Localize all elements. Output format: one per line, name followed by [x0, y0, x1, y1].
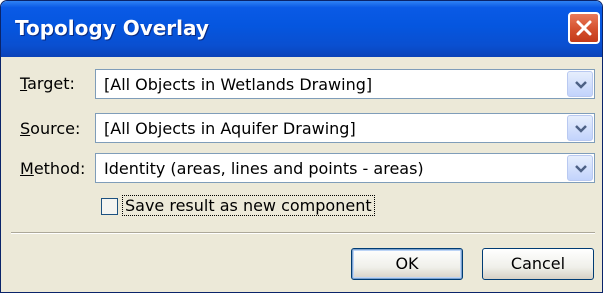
dialog-body: Target: [All Objects in Wetlands Drawing…	[1, 57, 602, 292]
source-label-rest: ource:	[30, 119, 81, 138]
chevron-down-icon	[575, 165, 587, 173]
target-combo[interactable]: [All Objects in Wetlands Drawing]	[95, 69, 595, 99]
target-label: Target:	[20, 74, 75, 93]
cancel-button[interactable]: Cancel	[482, 248, 594, 280]
method-dropdown-button[interactable]	[567, 155, 593, 181]
method-value: Identity (areas, lines and points - area…	[104, 159, 424, 178]
method-combo[interactable]: Identity (areas, lines and points - area…	[95, 153, 595, 183]
method-label-rest: ethod:	[33, 159, 86, 178]
dialog-title: Topology Overlay	[15, 16, 209, 40]
source-combo[interactable]: [All Objects in Aquifer Drawing]	[95, 113, 595, 143]
target-value: [All Objects in Wetlands Drawing]	[104, 75, 373, 94]
save-new-component-option[interactable]: Save result as new component	[101, 195, 381, 218]
chevron-down-icon	[575, 125, 587, 133]
chevron-down-icon	[575, 81, 587, 89]
method-mnemonic: M	[20, 159, 34, 178]
target-dropdown-button[interactable]	[567, 71, 593, 97]
title-bar[interactable]: Topology Overlay	[1, 1, 602, 57]
save-new-component-label[interactable]: Save result as new component	[122, 195, 375, 216]
save-new-component-checkbox[interactable]	[101, 198, 118, 215]
topology-overlay-dialog: Topology Overlay Target: [All Objects in…	[0, 0, 603, 293]
target-label-rest: arget:	[27, 74, 75, 93]
close-icon	[576, 20, 592, 36]
source-dropdown-button[interactable]	[567, 115, 593, 141]
separator	[11, 232, 595, 234]
source-label: Source:	[20, 119, 80, 138]
source-value: [All Objects in Aquifer Drawing]	[104, 119, 356, 138]
close-button[interactable]	[568, 12, 600, 44]
ok-button[interactable]: OK	[351, 248, 463, 280]
source-mnemonic: S	[20, 119, 31, 138]
method-label: Method:	[20, 159, 85, 178]
